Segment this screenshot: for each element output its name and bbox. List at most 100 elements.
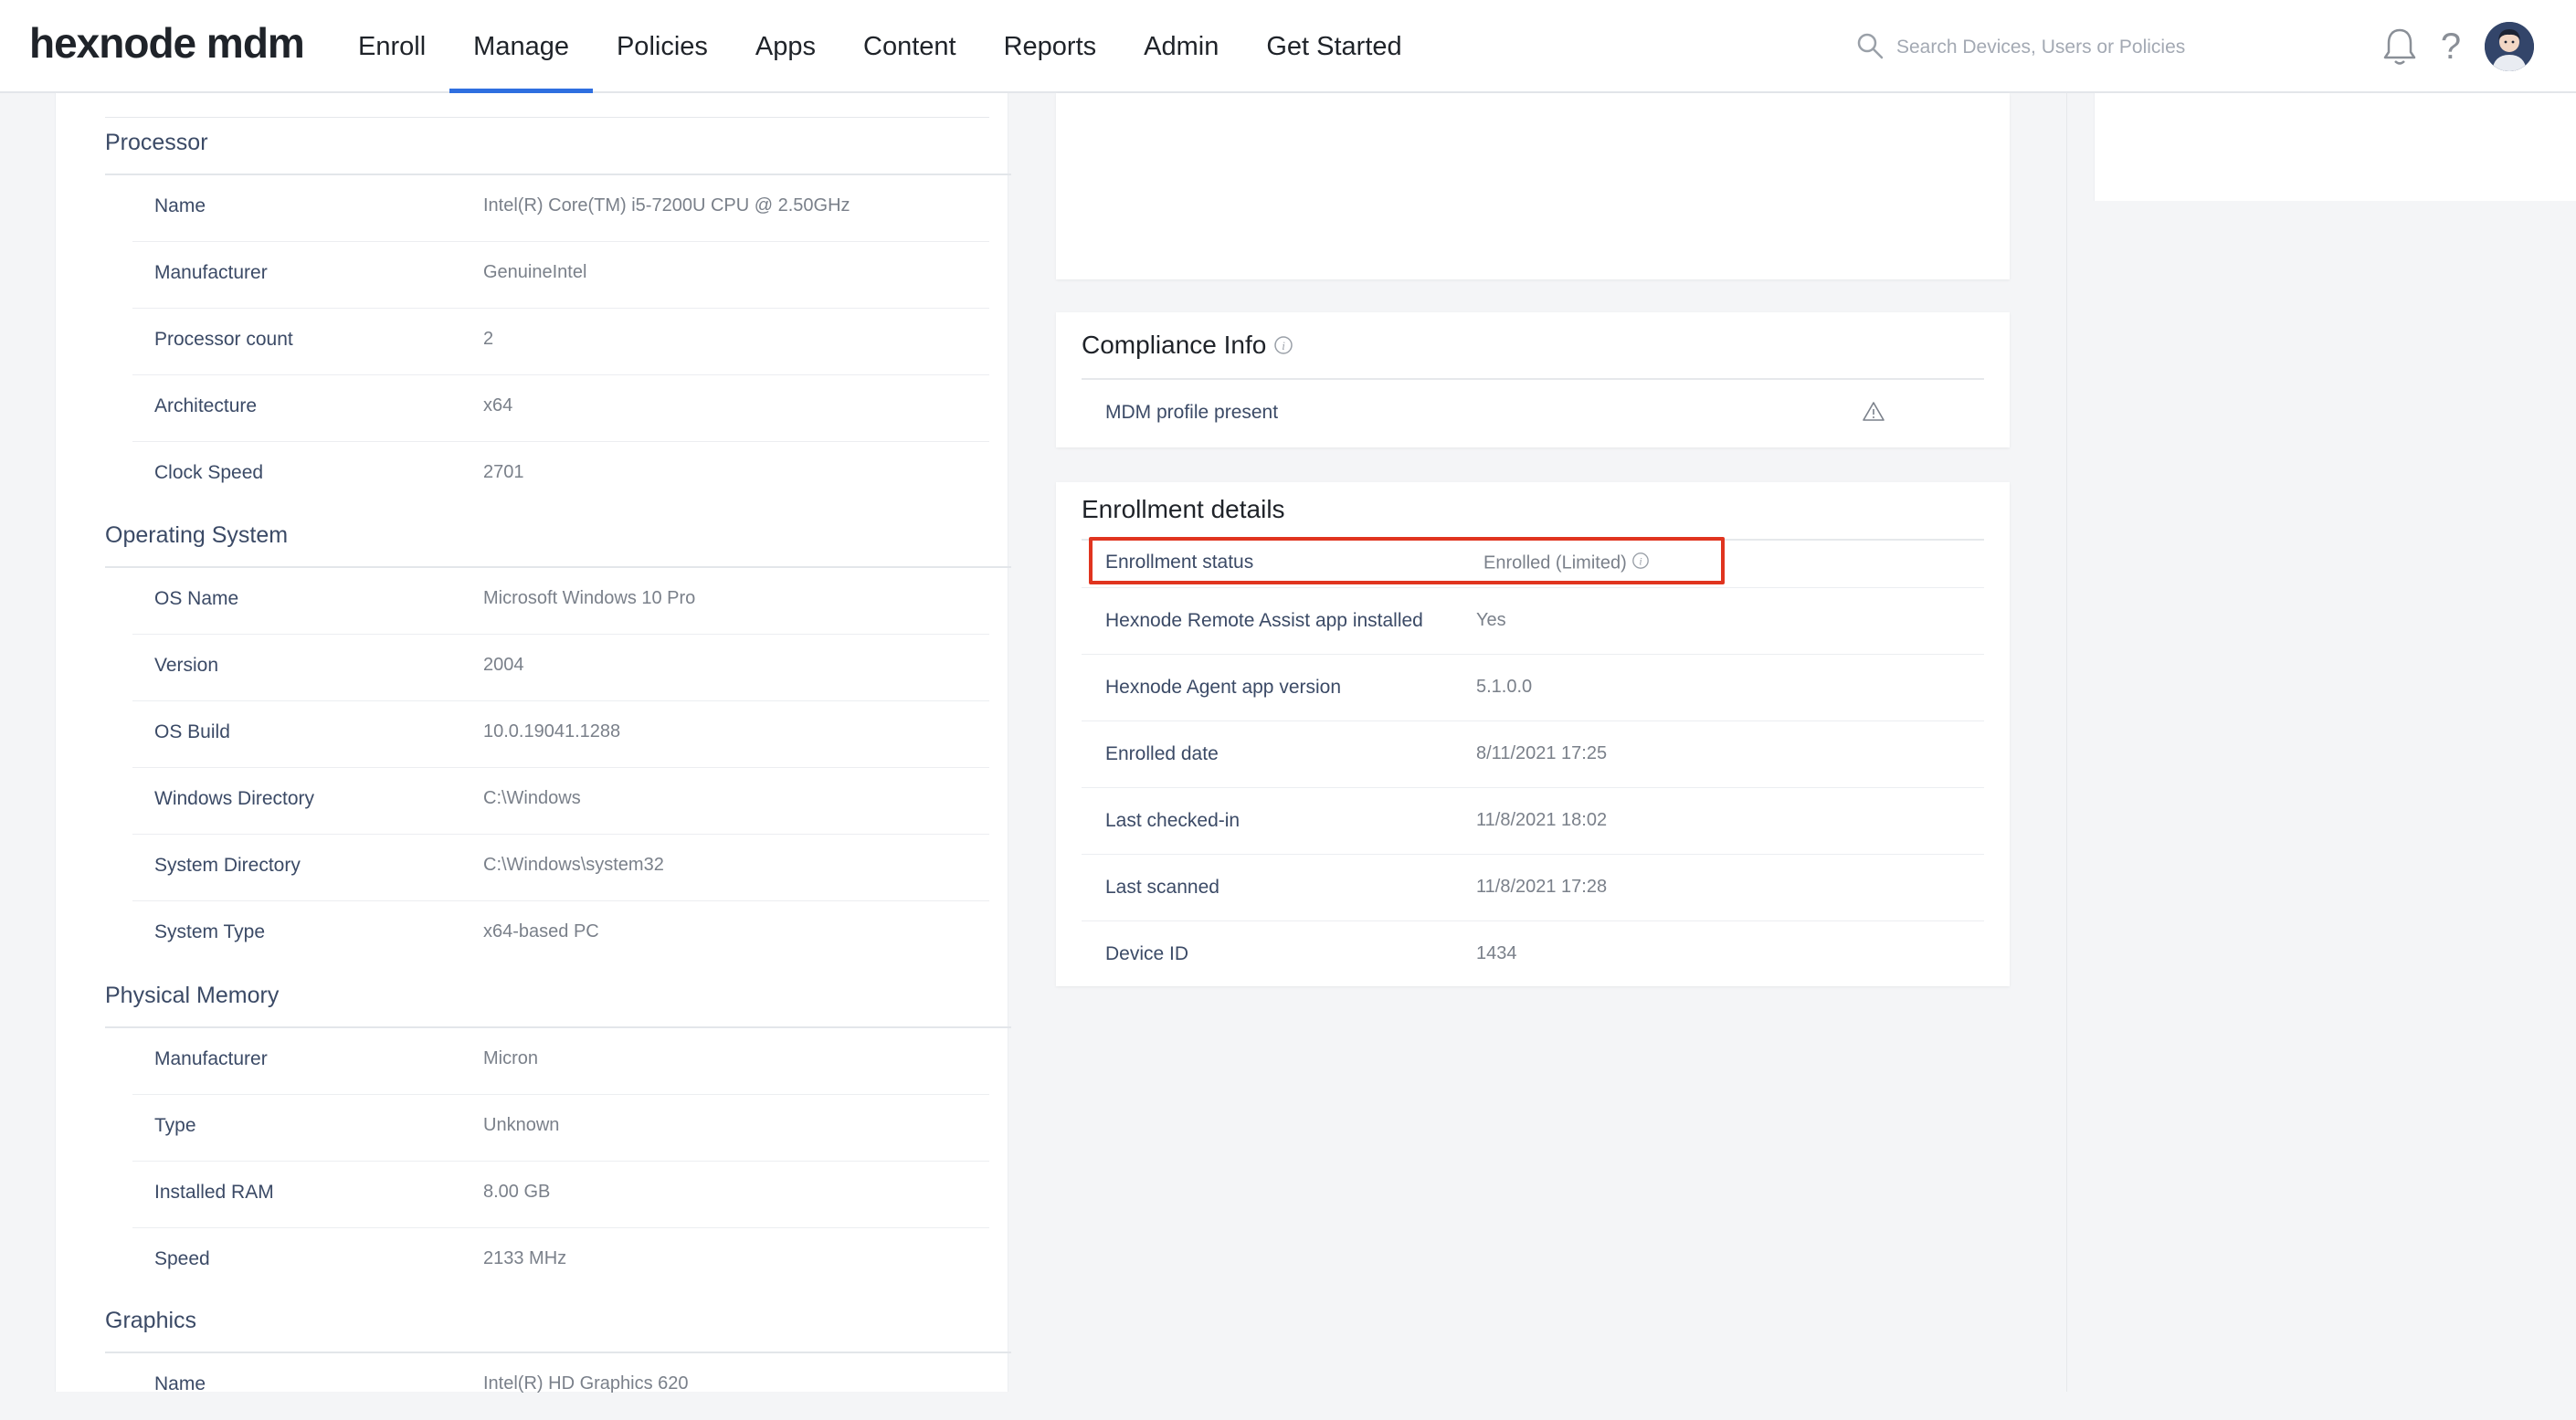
nav-reports[interactable]: Reports [980,0,1121,93]
svg-text:i: i [1282,339,1285,352]
list-item: Processor count 2 [132,309,989,375]
svg-text:i: i [1640,555,1642,568]
row-label: Name [154,195,206,216]
list-item: Last checked-in 11/8/2021 18:02 [1082,788,1984,855]
row-value: 10.0.19041.1288 [483,721,621,742]
row-value: C:\Windows\system32 [483,855,664,875]
row-label: MDM profile present [1105,402,1279,423]
list-item: Hexnode Agent app version 5.1.0.0 [1082,655,1984,721]
row-value: Micron [483,1048,539,1068]
row-value: 8.00 GB [483,1182,551,1202]
row-value: 2701 [483,462,524,482]
row-label: OS Name [154,588,239,609]
row-value: x64 [483,395,513,415]
list-item: Name Intel(R) Core(TM) i5-7200U CPU @ 2.… [132,175,989,242]
row-value: 1434 [1476,943,1517,963]
list-item: Windows Directory C:\Windows [132,768,989,835]
list-item: Type Unknown [132,1095,989,1162]
list-item: OS Name Microsoft Windows 10 Pro [132,568,989,635]
divider [105,117,989,118]
row-value: Intel(R) Core(TM) i5-7200U CPU @ 2.50GHz [483,195,850,216]
info-icon[interactable]: i [1273,332,1293,362]
row-label: Last scanned [1105,877,1219,898]
list-item: OS Build 10.0.19041.1288 [132,701,989,768]
list-item: System Directory C:\Windows\system32 [132,835,989,901]
row-value: GenuineIntel [483,262,587,282]
row-label: Manufacturer [154,1048,268,1069]
row-value: C:\Windows [483,788,581,808]
nav-apps[interactable]: Apps [732,0,839,93]
row-value: Microsoft Windows 10 Pro [483,588,696,608]
help-icon[interactable]: ? [2430,24,2472,69]
user-avatar[interactable] [2485,22,2534,71]
list-item: Installed RAM 8.00 GB [132,1162,989,1228]
compliance-info-card: Compliance Info i MDM profile present [1056,312,2010,447]
row-label: Name [154,1373,206,1394]
search-icon[interactable] [1856,32,1884,64]
blank-side-card [2094,93,2576,201]
bell-icon[interactable] [2379,24,2421,69]
hardware-details-panel: Processor Name Intel(R) Core(TM) i5-7200… [55,93,1011,1394]
nav-get-started[interactable]: Get Started [1242,0,1425,93]
list-item: Hexnode Remote Assist app installed Yes [1082,588,1984,655]
card-title-compliance: Compliance Info i [1082,331,1293,362]
nav-enroll[interactable]: Enroll [334,0,449,93]
row-label: Speed [154,1248,210,1269]
row-value: 2004 [483,655,524,675]
row-label: Windows Directory [154,788,315,809]
row-label: Type [154,1115,196,1136]
divider [2066,93,2067,1392]
list-item: Manufacturer GenuineIntel [132,242,989,309]
info-icon[interactable]: i [1631,552,1650,575]
row-label: OS Build [154,721,230,742]
top-navigation-bar: hexnode mdm Enroll Manage Policies Apps … [0,0,2576,93]
row-value-with-info: Enrolled (Limited) i [1483,552,1650,575]
main-nav: Enroll Manage Policies Apps Content Repo… [334,0,1426,93]
row-value: Unknown [483,1115,560,1135]
list-item: Device ID 1434 [1082,921,1984,988]
enrollment-status-value: Enrolled (Limited) [1483,552,1627,573]
list-item: Manufacturer Micron [132,1028,989,1095]
warning-icon [1862,400,1885,428]
list-item: Enrolled date 8/11/2021 17:25 [1082,721,1984,788]
row-value: Yes [1476,610,1506,630]
row-label: Processor count [154,329,293,350]
nav-policies[interactable]: Policies [593,0,732,93]
search-input[interactable] [1896,37,2298,58]
row-value: 5.1.0.0 [1476,677,1533,697]
row-label: System Type [154,921,265,942]
list-item: Last scanned 11/8/2021 17:28 [1082,855,1984,921]
card-title-text: Compliance Info [1082,331,1267,359]
row-value: 2133 MHz [483,1248,567,1268]
row-value: x64-based PC [483,921,599,941]
row-value: 11/8/2021 17:28 [1476,877,1608,897]
row-value: 8/11/2021 17:25 [1476,743,1608,763]
row-label: Hexnode Remote Assist app installed [1105,610,1423,631]
row-label: Enrolled date [1105,743,1219,764]
row-label: System Directory [154,855,301,876]
card-title-enrollment: Enrollment details [1082,495,1285,523]
list-item: Architecture x64 [132,375,989,442]
row-label: Architecture [154,395,258,416]
list-item: Speed 2133 MHz [132,1228,989,1295]
row-label: Device ID [1105,943,1189,964]
section-title-operating-system: Operating System [105,522,289,548]
nav-admin[interactable]: Admin [1120,0,1242,93]
list-item-enrollment-status: Enrollment status Enrolled (Limited) i [1082,541,1984,588]
row-label: Last checked-in [1105,810,1240,831]
list-item: Version 2004 [132,635,989,701]
nav-content[interactable]: Content [839,0,980,93]
section-title-graphics: Graphics [105,1308,197,1333]
row-label: Clock Speed [154,462,264,483]
list-item: Name Intel(R) HD Graphics 620 [132,1353,989,1420]
list-item: Clock Speed 2701 [132,442,989,509]
nav-manage[interactable]: Manage [449,0,593,93]
hexnode-logo[interactable]: hexnode mdm [29,18,305,68]
search-box [1856,29,2298,66]
list-item: MDM profile present [1082,380,1984,447]
list-item: System Type x64-based PC [132,901,989,968]
enrollment-details-card: Enrollment details Enrollment status Enr… [1056,482,2010,986]
row-value: 11/8/2021 18:02 [1476,810,1608,830]
row-label: Manufacturer [154,262,268,283]
row-label: Version [154,655,219,676]
